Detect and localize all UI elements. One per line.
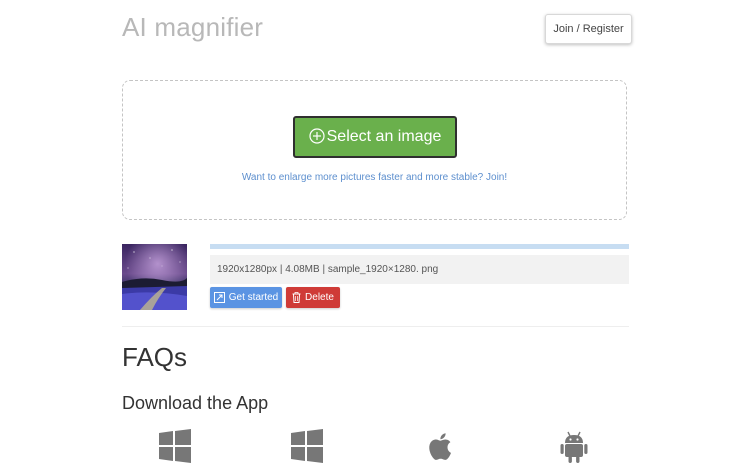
- get-started-label: Get started: [228, 292, 279, 303]
- enlarge-icon: [213, 292, 225, 303]
- apple-icon[interactable]: [423, 428, 459, 464]
- file-info-text: 1920x1280px | 4.08MB | sample_1920×1280.…: [210, 255, 629, 284]
- section-divider: [122, 326, 629, 327]
- app-title: AI magnifier: [122, 12, 264, 42]
- upload-progress-bar: [210, 244, 629, 249]
- faq-heading: FAQs: [122, 342, 188, 372]
- get-started-button[interactable]: Get started: [210, 287, 282, 308]
- delete-button[interactable]: Delete: [286, 287, 340, 308]
- delete-label: Delete: [305, 292, 334, 303]
- select-image-label: Select an image: [326, 128, 442, 145]
- android-icon[interactable]: [556, 428, 592, 464]
- upload-progress-fill: [210, 244, 629, 249]
- select-image-button[interactable]: Select an image: [293, 116, 457, 158]
- windows-icon[interactable]: [157, 428, 193, 464]
- join-register-button[interactable]: Join / Register: [545, 14, 632, 44]
- image-thumbnail: [122, 244, 187, 310]
- join-hint-link[interactable]: Want to enlarge more pictures faster and…: [122, 172, 627, 183]
- plus-circle-icon: [309, 127, 325, 144]
- trash-icon: [292, 292, 301, 303]
- windows-icon[interactable]: [289, 428, 325, 464]
- download-app-heading: Download the App: [122, 393, 269, 413]
- page: AI magnifier Join / Register Select an i…: [0, 0, 750, 473]
